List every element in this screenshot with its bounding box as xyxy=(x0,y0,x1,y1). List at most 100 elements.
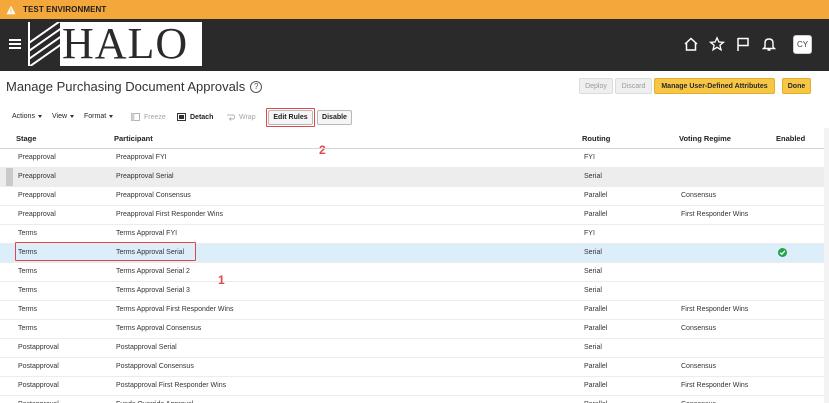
cell-routing: Parallel xyxy=(582,300,679,320)
cell-voting: First Responder Wins xyxy=(679,376,776,396)
cell-stage: Preapproval xyxy=(16,148,114,168)
row-grip[interactable] xyxy=(6,167,13,185)
table-row[interactable]: Preapproval Preapproval First Responder W… xyxy=(0,205,829,225)
table-row[interactable]: PostapprovalFunds Override ApprovalParal… xyxy=(0,395,829,403)
table-row[interactable]: Preapproval Preapproval FYI FYI xyxy=(0,148,829,168)
cell-participant: Postapproval First Responder Wins xyxy=(114,376,582,396)
table-row[interactable]: Terms Terms Approval Consensus Parallel Con… xyxy=(0,319,829,339)
cell-stage: Terms xyxy=(16,243,114,263)
bell-icon[interactable] xyxy=(760,35,778,53)
table-row[interactable]: Terms Terms Approval Serial Serial xyxy=(0,243,829,263)
freeze-label: Freeze xyxy=(144,113,166,121)
cell-enabled xyxy=(776,224,829,244)
cell-participant: Terms Approval Serial 3 xyxy=(114,281,582,301)
help-icon[interactable]: ? xyxy=(250,80,263,93)
cell-routing: Parallel xyxy=(582,319,679,339)
table-row[interactable]: Postapproval Postapproval Serial Serial xyxy=(0,338,829,358)
detach-icon xyxy=(177,113,186,121)
format-menu[interactable]: Format xyxy=(84,113,114,120)
table-scrollbar[interactable] xyxy=(824,128,829,403)
cell-participant: Terms Approval First Responder Wins xyxy=(114,300,582,320)
cell-enabled xyxy=(776,262,829,282)
table-row[interactable]: Postapproval Postapproval First Responder… xyxy=(0,376,829,396)
cell-participant: Preapproval FYI xyxy=(114,148,582,168)
cell-voting xyxy=(679,167,776,187)
cell-stage: Postapproval xyxy=(16,357,114,377)
cell-participant: Terms Approval Serial xyxy=(114,243,582,263)
cell-participant: Preapproval First Responder Wins xyxy=(114,205,582,225)
cell-routing: Parallel xyxy=(582,395,679,403)
cell-voting xyxy=(679,243,776,263)
table-row[interactable]: Preapproval Preapproval Serial Serial xyxy=(0,167,829,187)
deploy-button[interactable]: Deploy xyxy=(579,78,613,94)
logo-text: HALO xyxy=(62,19,189,68)
done-button[interactable]: Done xyxy=(782,78,811,94)
detach-label: Detach xyxy=(190,113,214,121)
flag-icon[interactable] xyxy=(734,35,752,53)
cell-enabled xyxy=(776,148,829,168)
cell-stage: Postapproval xyxy=(16,376,114,396)
table-row[interactable]: Terms Terms Approval FYI FYI xyxy=(0,224,829,244)
discard-button[interactable]: Discard xyxy=(615,78,652,94)
cell-routing: Parallel xyxy=(582,205,679,225)
cell-participant: Terms Approval Serial 2 xyxy=(114,262,582,282)
star-icon[interactable] xyxy=(708,35,726,53)
cell-stage: Terms xyxy=(16,319,114,339)
manage-user-defined-attributes-button[interactable]: Manage User-Defined Attributes xyxy=(654,78,775,94)
cell-voting xyxy=(679,281,776,301)
cell-enabled xyxy=(776,167,829,187)
cell-enabled xyxy=(776,357,829,377)
cell-voting xyxy=(679,224,776,244)
cell-voting xyxy=(679,148,776,168)
view-menu[interactable]: View xyxy=(52,113,75,120)
disable-button[interactable]: Disable xyxy=(317,110,352,125)
edit-rules-button[interactable]: Edit Rules xyxy=(268,110,313,125)
format-label: Format xyxy=(84,113,107,120)
column-header-enabled[interactable]: Enabled xyxy=(776,129,829,149)
chevron-down-icon xyxy=(37,115,42,118)
cell-stage: Terms xyxy=(16,281,114,301)
cell-participant: Postapproval Serial xyxy=(114,338,582,358)
detach-button[interactable]: Detach xyxy=(177,113,213,121)
cell-participant: Preapproval Serial xyxy=(114,167,582,187)
freeze-button[interactable]: Freeze xyxy=(131,113,166,121)
cell-stage: Postapproval xyxy=(16,395,114,403)
cell-voting: First Responder Wins xyxy=(679,205,776,225)
column-header-voting-regime[interactable]: Voting Regime xyxy=(679,129,776,149)
table-row[interactable]: Terms Terms Approval First Responder Wins… xyxy=(0,300,829,320)
cell-voting: Consensus xyxy=(679,395,776,403)
cell-stage: Preapproval xyxy=(16,167,114,187)
cell-routing: Serial xyxy=(582,167,679,187)
column-header-routing[interactable]: Routing xyxy=(582,129,679,149)
cell-participant: Preapproval Consensus xyxy=(114,186,582,206)
wrap-icon xyxy=(226,113,236,121)
cell-voting: Consensus xyxy=(679,357,776,377)
cell-routing: Serial xyxy=(582,338,679,358)
cell-enabled xyxy=(776,205,829,225)
actions-label: Actions xyxy=(12,113,35,120)
cell-routing: FYI xyxy=(582,148,679,168)
user-avatar[interactable]: CY xyxy=(793,35,812,54)
actions-menu[interactable]: Actions xyxy=(12,113,42,120)
home-icon[interactable] xyxy=(682,35,700,53)
wrap-button[interactable]: Wrap xyxy=(226,113,256,121)
cell-enabled xyxy=(776,281,829,301)
table-row[interactable]: Preapproval Preapproval Consensus Parallel… xyxy=(0,186,829,206)
warning-icon xyxy=(6,5,16,15)
cell-stage: Terms xyxy=(16,262,114,282)
table-row[interactable]: Postapproval Postapproval Consensus Parall… xyxy=(0,357,829,377)
cell-voting: Consensus xyxy=(679,186,776,206)
table-row[interactable]: Terms Terms Approval Serial 2 Serial xyxy=(0,262,829,282)
cell-stage: Postapproval xyxy=(16,338,114,358)
halo-logo[interactable]: HALO xyxy=(28,22,202,66)
column-header-stage[interactable]: Stage xyxy=(16,129,114,149)
cell-routing: Serial xyxy=(582,281,679,301)
column-header-participant[interactable]: Participant xyxy=(114,129,582,149)
cell-participant: Postapproval Consensus xyxy=(114,357,582,377)
cell-enabled xyxy=(776,300,829,320)
page-title-row: Manage Purchasing Document Approvals ? xyxy=(6,79,263,94)
environment-banner: TEST ENVIRONMENT xyxy=(0,0,829,19)
cell-enabled xyxy=(776,186,829,206)
table-row[interactable]: Terms Terms Approval Serial 3 Serial xyxy=(0,281,829,301)
menu-icon[interactable] xyxy=(9,39,21,49)
